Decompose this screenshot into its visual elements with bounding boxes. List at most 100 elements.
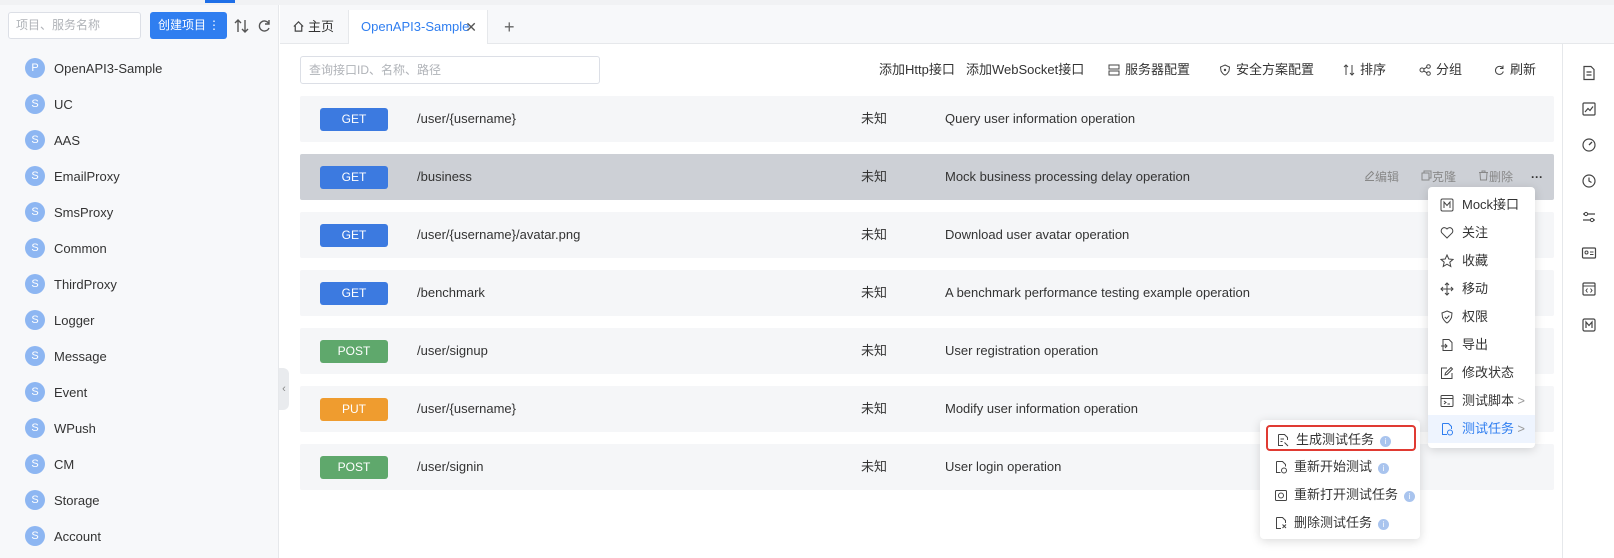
api-row[interactable]: GET /user/{username} 未知 Query user infor… bbox=[300, 96, 1554, 142]
close-tab-icon[interactable]: ✕ bbox=[465, 10, 477, 44]
project-list: P OpenAPI3-Sample S UC S AAS S EmailProxy SS… bbox=[0, 50, 279, 554]
menu-item-test-task[interactable]: 测试任务 > bbox=[1428, 415, 1535, 443]
add-websocket-button[interactable]: 添加WebSocket接口 bbox=[966, 56, 1084, 84]
add-tab-button[interactable]: + bbox=[504, 10, 524, 44]
api-row[interactable]: GET /benchmark 未知 A benchmark performanc… bbox=[300, 270, 1554, 316]
tab-home-label: 主页 bbox=[308, 19, 335, 34]
script-icon bbox=[1440, 395, 1454, 407]
api-status: 未知 bbox=[861, 459, 888, 474]
sidebar-item-uc[interactable]: S UC bbox=[0, 86, 279, 122]
delete-label: 删除 bbox=[1489, 170, 1514, 184]
submenu-item-reopen-test-task[interactable]: 重新打开测试任务 i bbox=[1266, 482, 1416, 508]
sidebar-item-event[interactable]: S Event bbox=[0, 374, 279, 410]
method-badge: PUT bbox=[320, 398, 388, 421]
api-status: 未知 bbox=[861, 111, 888, 126]
sidebar-item-cm[interactable]: S CM bbox=[0, 446, 279, 482]
sidebar-item-emailproxy[interactable]: S EmailProxy bbox=[0, 158, 279, 194]
tab-active-label: OpenAPI3-Sample bbox=[361, 19, 470, 34]
security-config-button[interactable]: 安全方案配置 bbox=[1219, 56, 1314, 84]
group-button[interactable]: 分组 bbox=[1419, 56, 1462, 84]
info-icon[interactable]: i bbox=[1378, 519, 1390, 530]
sidebar-item-label: AAS bbox=[54, 132, 81, 148]
sidebar-item-label: UC bbox=[54, 96, 73, 112]
api-row-hovered[interactable]: GET /business 未知 Mock business processin… bbox=[300, 154, 1554, 200]
sort-label: 排序 bbox=[1360, 62, 1387, 77]
export-icon bbox=[1441, 339, 1453, 351]
api-row[interactable]: GET /user/{username}/avatar.png 未知 Downl… bbox=[300, 212, 1554, 258]
menu-item-test-script[interactable]: 测试脚本 > bbox=[1428, 387, 1535, 415]
api-description: Mock business processing delay operation bbox=[945, 169, 1190, 184]
group-label: 分组 bbox=[1436, 62, 1463, 77]
tab-openapi3-sample[interactable]: OpenAPI3-Sample ✕ bbox=[348, 10, 488, 44]
sidebar-item-logger[interactable]: S Logger bbox=[0, 302, 279, 338]
create-project-button[interactable]: 创建项目 ⋮ bbox=[150, 12, 227, 39]
info-icon[interactable]: i bbox=[1404, 491, 1416, 502]
tab-home[interactable]: 主页 bbox=[292, 10, 352, 44]
id-card-icon[interactable] bbox=[1581, 245, 1597, 261]
submenu-item-label: 删除测试任务 bbox=[1294, 515, 1373, 530]
menu-item-label: 移动 bbox=[1462, 281, 1489, 296]
chart-icon[interactable] bbox=[1581, 101, 1597, 117]
sidebar-item-smsproxy[interactable]: S SmsProxy bbox=[0, 194, 279, 230]
sidebar-item-message[interactable]: S Message bbox=[0, 338, 279, 374]
clock-icon[interactable] bbox=[1581, 173, 1597, 189]
shield-check-icon bbox=[1441, 310, 1453, 324]
security-config-label: 安全方案配置 bbox=[1236, 62, 1315, 77]
menu-item-modify-status[interactable]: 修改状态 bbox=[1428, 359, 1535, 387]
right-rail bbox=[1562, 44, 1614, 558]
star-icon bbox=[1440, 254, 1454, 268]
gauge-icon[interactable] bbox=[1581, 137, 1597, 153]
api-search-input[interactable]: 查询接口ID、名称、路径 bbox=[300, 56, 600, 84]
edit-button[interactable]: 编辑 bbox=[1364, 154, 1399, 200]
api-status: 未知 bbox=[861, 227, 888, 242]
sidebar-item-common[interactable]: S Common bbox=[0, 230, 279, 266]
menu-item-move[interactable]: 移动 bbox=[1428, 275, 1535, 303]
api-path: /user/{username}/avatar.png bbox=[417, 227, 581, 242]
code-file-icon[interactable] bbox=[1581, 281, 1597, 297]
info-icon[interactable]: i bbox=[1380, 436, 1392, 447]
menu-item-export[interactable]: 导出 bbox=[1428, 331, 1535, 359]
submenu-item-generate-test-task[interactable]: 生成测试任务 i bbox=[1266, 425, 1416, 451]
submenu-item-label: 重新开始测试 bbox=[1294, 459, 1373, 474]
edit-square-icon bbox=[1441, 366, 1454, 379]
sidebar-item-label: Common bbox=[54, 240, 107, 256]
submenu-item-label: 重新打开测试任务 bbox=[1294, 487, 1399, 502]
create-more-icon[interactable]: ⋮ bbox=[208, 12, 220, 39]
api-description: Query user information operation bbox=[945, 111, 1136, 126]
refresh-button[interactable]: 刷新 bbox=[1493, 56, 1536, 84]
submenu-item-delete-test-task[interactable]: 删除测试任务 i bbox=[1266, 510, 1416, 536]
sort-icon[interactable] bbox=[234, 17, 250, 35]
sidebar-item-aas[interactable]: S AAS bbox=[0, 122, 279, 158]
sidebar-collapse-handle[interactable]: ‹ bbox=[279, 368, 289, 410]
server-config-button[interactable]: 服务器配置 bbox=[1108, 56, 1190, 84]
api-path: /user/{username} bbox=[417, 111, 517, 126]
sliders-icon[interactable] bbox=[1581, 209, 1597, 225]
menu-item-label: 关注 bbox=[1462, 225, 1489, 240]
api-path: /user/signin bbox=[417, 459, 484, 474]
sidebar-item-wpush[interactable]: S WPush bbox=[0, 410, 279, 446]
shield-icon bbox=[1219, 64, 1231, 76]
info-icon[interactable]: i bbox=[1378, 463, 1390, 474]
sidebar-item-thirdproxy[interactable]: S ThirdProxy bbox=[0, 266, 279, 302]
service-badge: S bbox=[25, 418, 45, 438]
submenu-item-restart-test[interactable]: 重新开始测试 i bbox=[1266, 454, 1416, 480]
add-http-button[interactable]: 添加Http接口 bbox=[879, 56, 955, 84]
api-path: /business bbox=[417, 169, 472, 184]
sort-button[interactable]: 排序 bbox=[1343, 56, 1386, 84]
sidebar-item-account[interactable]: S Account bbox=[0, 518, 279, 554]
service-badge: S bbox=[25, 94, 45, 114]
menu-item-permission[interactable]: 权限 bbox=[1428, 303, 1535, 331]
menu-item-follow[interactable]: 关注 bbox=[1428, 219, 1535, 247]
api-description: Modify user information operation bbox=[945, 401, 1138, 416]
menu-item-mock[interactable]: Mock接口 bbox=[1428, 191, 1535, 219]
api-row[interactable]: POST /user/signup 未知 User registration o… bbox=[300, 328, 1554, 374]
mock-icon[interactable] bbox=[1581, 317, 1597, 333]
refresh-icon[interactable] bbox=[256, 17, 272, 35]
project-search-input[interactable]: 项目、服务名称 bbox=[8, 12, 141, 39]
api-path: /user/signup bbox=[417, 343, 488, 358]
document-icon[interactable] bbox=[1581, 65, 1597, 81]
menu-item-favorite[interactable]: 收藏 bbox=[1428, 247, 1535, 275]
sidebar-item-label: Account bbox=[54, 528, 101, 544]
sidebar-item-storage[interactable]: S Storage bbox=[0, 482, 279, 518]
sidebar-item-openapi3-sample[interactable]: P OpenAPI3-Sample bbox=[0, 50, 279, 86]
